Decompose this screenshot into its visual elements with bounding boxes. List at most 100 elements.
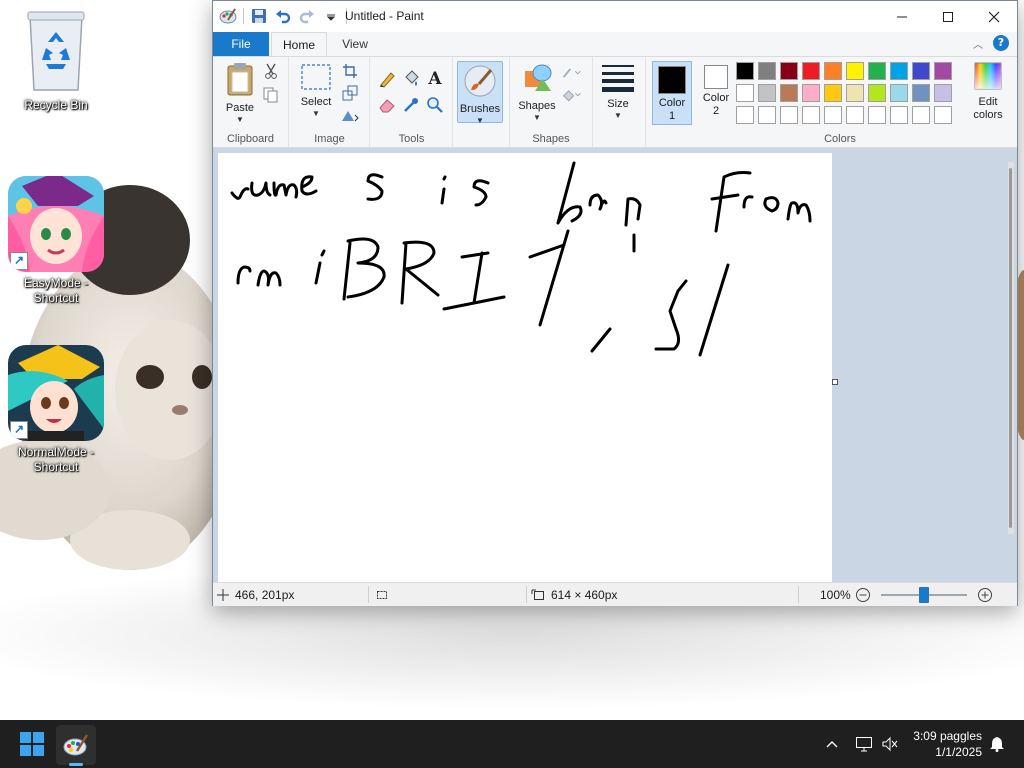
clock-time: 3:09 paggles xyxy=(913,729,982,743)
outline-icon[interactable] xyxy=(562,63,582,83)
magnifier-icon[interactable] xyxy=(425,95,445,115)
edit-colors-button[interactable]: Edit colors xyxy=(968,61,1008,122)
minimize-icon xyxy=(897,16,907,17)
shape-fill-icon[interactable] xyxy=(562,85,582,105)
volume-muted-icon[interactable] xyxy=(878,720,902,768)
drawing-canvas[interactable] xyxy=(218,153,832,582)
eraser-icon[interactable] xyxy=(377,95,397,115)
palette-swatch[interactable] xyxy=(890,84,908,102)
size-button[interactable]: Size ▼ xyxy=(597,63,639,120)
crop-icon[interactable] xyxy=(340,61,360,81)
resize-icon[interactable] xyxy=(340,83,360,103)
running-app-indicator xyxy=(69,763,83,766)
copy-icon[interactable] xyxy=(261,85,281,105)
palette-swatch[interactable] xyxy=(868,84,886,102)
zoom-slider-thumb[interactable] xyxy=(919,587,929,603)
pencil-icon[interactable] xyxy=(377,69,397,89)
save-icon[interactable] xyxy=(250,7,268,25)
zoom-level-value: 100% xyxy=(820,587,851,602)
palette-swatch[interactable] xyxy=(934,84,952,102)
edit-colors-icon xyxy=(974,62,1002,90)
network-icon[interactable] xyxy=(852,720,876,768)
palette-swatch[interactable] xyxy=(736,84,754,102)
palette-swatch[interactable] xyxy=(780,62,798,80)
easymode-app-image: ↗ xyxy=(8,176,104,272)
tab-view[interactable]: View xyxy=(331,32,379,56)
palette-swatch[interactable] xyxy=(736,62,754,80)
color2-number: 2 xyxy=(712,105,720,117)
recycle-bin-icon[interactable]: Recycle Bin xyxy=(6,8,106,113)
maximize-button[interactable] xyxy=(925,1,971,32)
taskbar-clock[interactable]: 3:09 paggles 1/1/2025 xyxy=(900,728,982,760)
show-hidden-icons-chevron-icon[interactable] xyxy=(820,720,844,768)
text-icon[interactable]: A xyxy=(425,69,445,89)
cut-icon[interactable] xyxy=(261,61,281,81)
paste-button[interactable]: Paste ▼ xyxy=(221,61,259,124)
palette-swatch[interactable] xyxy=(824,84,842,102)
palette-swatch[interactable] xyxy=(934,62,952,80)
palette-swatch[interactable] xyxy=(846,84,864,102)
palette-swatch[interactable] xyxy=(846,106,864,124)
palette-swatch[interactable] xyxy=(758,106,776,124)
paint-app-icon[interactable] xyxy=(219,7,237,25)
select-button[interactable]: Select ▼ xyxy=(296,63,336,118)
help-icon[interactable]: ? xyxy=(993,35,1009,51)
color-picker-icon[interactable] xyxy=(401,95,421,115)
colors-group: Color 1 Color 2 Edit colors Colors xyxy=(645,57,1024,147)
brushes-button[interactable]: Brushes ▼ xyxy=(457,61,503,125)
start-button[interactable] xyxy=(20,732,44,756)
palette-swatch[interactable] xyxy=(890,106,908,124)
palette-swatch[interactable] xyxy=(802,106,820,124)
zoom-out-button[interactable] xyxy=(855,583,871,606)
color2-button[interactable]: Color 2 xyxy=(696,61,736,125)
zoom-level: 100% xyxy=(820,583,851,606)
palette-swatch[interactable] xyxy=(824,106,842,124)
notification-bell-icon[interactable] xyxy=(986,720,1008,768)
palette-swatch[interactable] xyxy=(824,62,842,80)
canvas-resize-handle[interactable] xyxy=(832,379,838,385)
shapes-button[interactable]: Shapes ▼ xyxy=(516,61,558,122)
rotate-icon[interactable] xyxy=(340,105,360,125)
redo-icon[interactable] xyxy=(298,7,316,25)
palette-swatch[interactable] xyxy=(868,106,886,124)
palette-swatch[interactable] xyxy=(758,62,776,80)
tab-home[interactable]: Home xyxy=(271,32,327,56)
palette-swatch[interactable] xyxy=(912,84,930,102)
palette-swatch[interactable] xyxy=(736,106,754,124)
minimize-ribbon-chevron-icon[interactable]: ︿ xyxy=(973,36,983,51)
palette-swatch[interactable] xyxy=(912,62,930,80)
palette-swatch[interactable] xyxy=(934,106,952,124)
easymode-shortcut-label: EasyMode - Shortcut xyxy=(23,276,89,305)
zoom-in-button[interactable] xyxy=(977,583,993,606)
normalmode-shortcut-icon[interactable]: ↗ NormalMode - Shortcut xyxy=(6,345,106,475)
easymode-shortcut-icon[interactable]: ↗ EasyMode - Shortcut xyxy=(6,176,106,306)
palette-swatch[interactable] xyxy=(846,62,864,80)
tab-file[interactable]: File xyxy=(213,32,269,56)
taskbar-paint-button[interactable] xyxy=(56,725,96,765)
cursor-position: 466, 201px xyxy=(217,583,294,606)
vertical-scrollbar[interactable] xyxy=(1008,162,1014,534)
palette-swatch[interactable] xyxy=(912,106,930,124)
palette-swatch[interactable] xyxy=(758,84,776,102)
close-button[interactable] xyxy=(971,1,1017,32)
vertical-scrollbar-thumb[interactable] xyxy=(1009,168,1012,528)
brush-icon xyxy=(464,65,496,97)
palette-swatch[interactable] xyxy=(890,62,908,80)
palette-swatch[interactable] xyxy=(780,106,798,124)
palette-swatch[interactable] xyxy=(802,84,820,102)
ribbon-home: Paste ▼ Clipboard Select ▼ Image A Tools… xyxy=(213,56,1017,148)
palette-swatch[interactable] xyxy=(802,62,820,80)
canvas-area[interactable] xyxy=(213,148,1017,582)
tools-group-label: Tools xyxy=(398,133,425,145)
minimize-button[interactable] xyxy=(879,1,925,32)
color2-swatch xyxy=(704,65,728,89)
customize-qat-chevron-icon[interactable] xyxy=(322,7,340,25)
color1-button[interactable]: Color 1 xyxy=(652,61,692,125)
fill-icon[interactable] xyxy=(401,69,421,89)
paste-label: Paste xyxy=(225,102,255,114)
recycle-bin-label: Recycle Bin xyxy=(24,98,88,112)
color2-label: Color xyxy=(702,92,730,104)
undo-icon[interactable] xyxy=(274,7,292,25)
palette-swatch[interactable] xyxy=(780,84,798,102)
palette-swatch[interactable] xyxy=(868,62,886,80)
